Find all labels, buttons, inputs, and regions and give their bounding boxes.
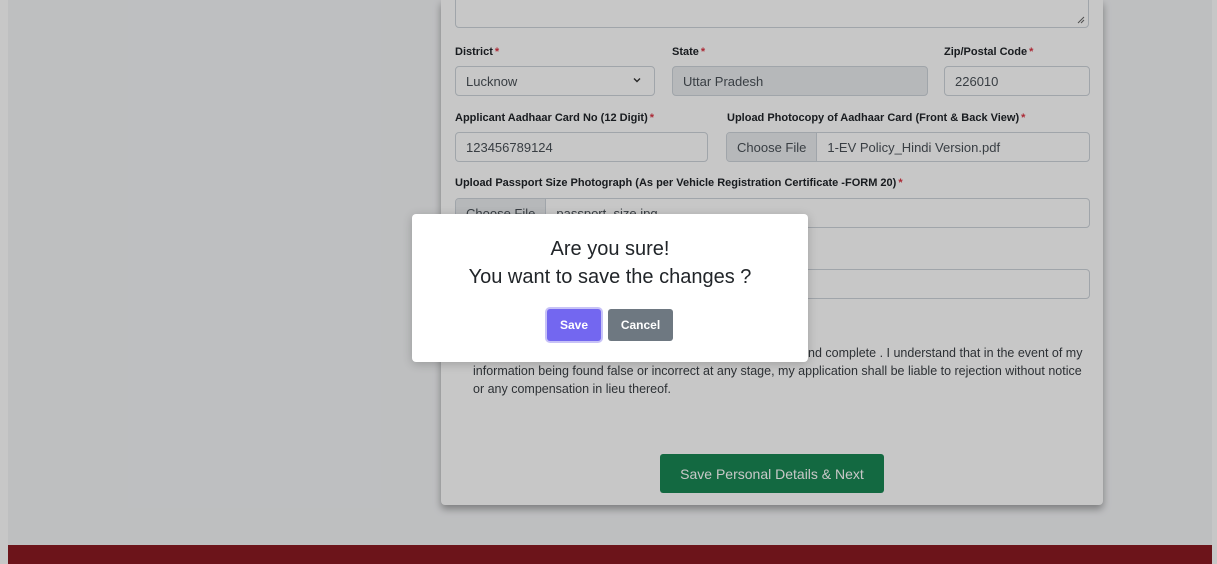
dialog-title: Are you sure! [550,238,670,260]
cancel-button[interactable]: Cancel [608,309,673,341]
save-button[interactable]: Save [547,309,601,341]
dialog-message: You want to save the changes ? [468,266,752,288]
confirm-save-dialog: Are you sure! You want to save the chang… [412,214,808,362]
